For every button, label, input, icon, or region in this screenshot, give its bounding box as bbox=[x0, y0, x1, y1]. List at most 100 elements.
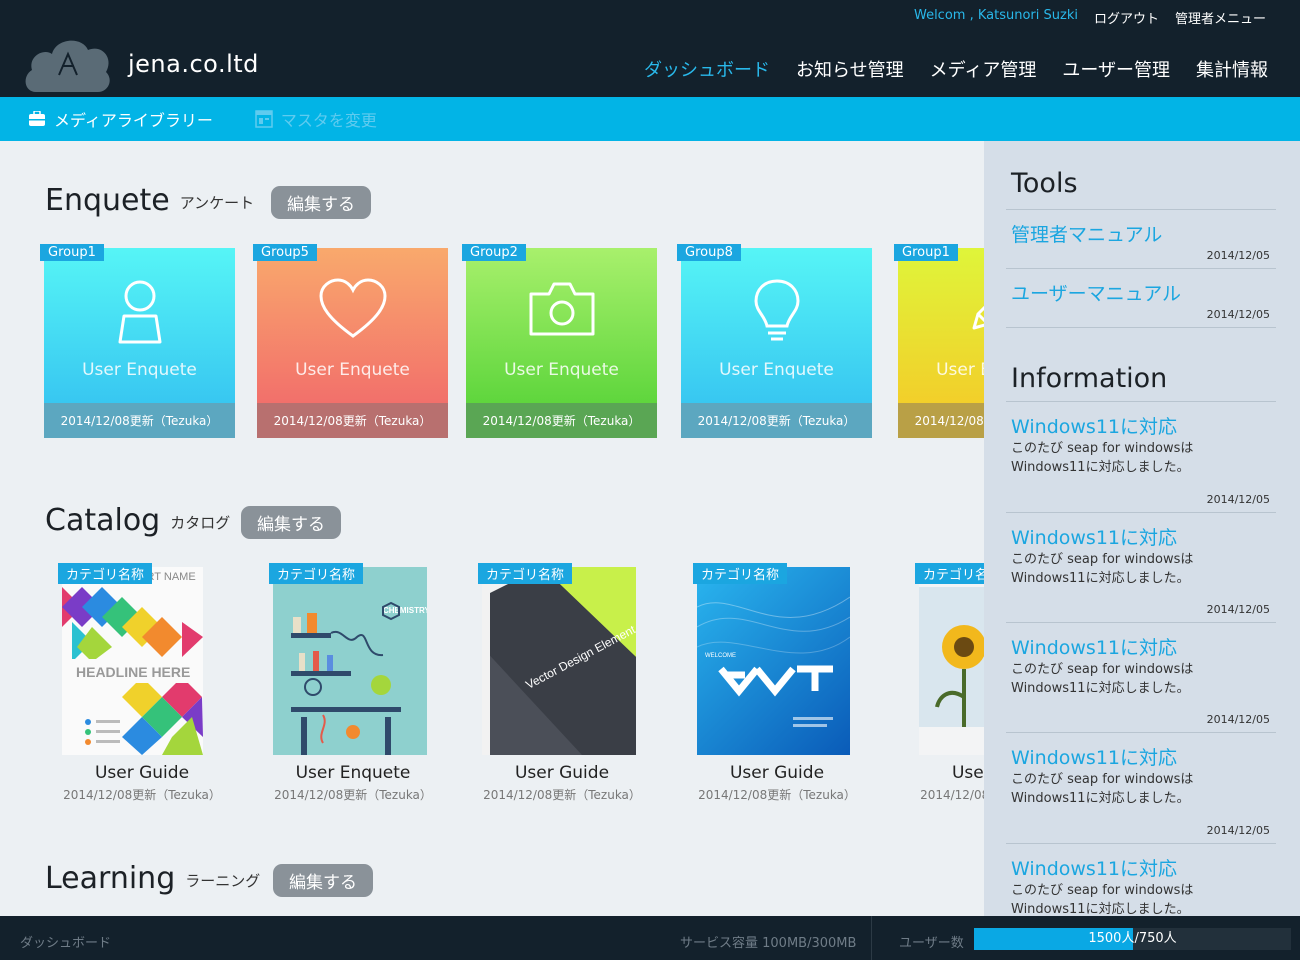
nav-dashboard[interactable]: ダッシュボード bbox=[644, 56, 770, 82]
card-face: User Enquete bbox=[898, 248, 984, 403]
enquete-card[interactable]: User Enquete 2014/12/08更新（Tezuka） Group1 bbox=[40, 244, 235, 438]
user-manual-link[interactable]: ユーザーマニュアル bbox=[1011, 279, 1181, 306]
info-line: Windows11に対応しました。 bbox=[1011, 681, 1190, 696]
media-library-link[interactable]: メディアライブラリー bbox=[28, 107, 213, 131]
divider bbox=[1006, 401, 1276, 402]
group-badge: Group5 bbox=[253, 244, 317, 261]
card-date: 2014/12/08更新（Tezuka） bbox=[257, 403, 448, 438]
info-date: 2014/12/05 bbox=[1206, 493, 1270, 506]
cover-chemistry: CHEMISTRY bbox=[383, 606, 427, 615]
heart-icon bbox=[318, 278, 387, 338]
group-badge: Group1 bbox=[40, 244, 104, 261]
welcome-text: Welcom , Katsunori Suzki bbox=[913, 8, 1078, 23]
user-bar: Welcom , Katsunori Suzki ログアウト 管理者メニュー bbox=[914, 8, 1266, 27]
info-line: このたび seap for windowsは bbox=[1011, 772, 1194, 787]
info-title-link[interactable]: Windows11に対応 bbox=[1011, 523, 1177, 550]
info-body: このたび seap for windowsは Windows11に対応しました。 bbox=[1011, 439, 1193, 477]
divider bbox=[1006, 512, 1276, 513]
catalog-title: User Guide bbox=[514, 763, 610, 783]
catalog-title: User Guide bbox=[94, 763, 190, 783]
nav-users[interactable]: ユーザー管理 bbox=[1062, 56, 1170, 82]
info-line: このたび seap for windowsは bbox=[1011, 662, 1194, 677]
nav-media[interactable]: メディア管理 bbox=[930, 56, 1037, 82]
card-label: User Enquete bbox=[936, 360, 984, 380]
divider bbox=[1006, 327, 1276, 328]
card-date: 2014/12/08更新（Tezuka） bbox=[681, 403, 872, 438]
pencil-icon bbox=[972, 305, 984, 330]
nav-notices[interactable]: お知らせ管理 bbox=[796, 56, 904, 82]
divider bbox=[1006, 843, 1276, 844]
divider bbox=[1006, 622, 1276, 623]
catalog-edit-button[interactable]: 編集する bbox=[241, 506, 341, 539]
card-label: User Enquete bbox=[295, 360, 410, 380]
category-badge: カテゴリ名称 bbox=[693, 563, 788, 584]
cover-art: HEADLINE HERE ORT NAME bbox=[62, 567, 203, 755]
info-title-link[interactable]: Windows11に対応 bbox=[1011, 412, 1177, 439]
divider bbox=[871, 916, 872, 960]
media-library-label: メディアライブラリー bbox=[54, 111, 213, 130]
main-content: Enquete アンケート 編集する User Enquete 2014/12/… bbox=[0, 141, 984, 916]
info-title-link[interactable]: Windows11に対応 bbox=[1011, 854, 1177, 881]
status-footer: ダッシュボード サービス容量 100MB/300MB ユーザー数 1500人/7… bbox=[0, 916, 1300, 960]
group-badge: Group2 bbox=[462, 244, 526, 261]
brand-name[interactable]: jena.co.ltd bbox=[128, 50, 259, 78]
divider bbox=[1006, 209, 1276, 210]
info-line: このたび seap for windowsは bbox=[1011, 441, 1194, 456]
card-face: User Enquete bbox=[257, 248, 448, 403]
enquete-card[interactable]: User Enquete 2014/12/08更新（Tezuka） Group5 bbox=[253, 244, 448, 438]
service-capacity: サービス容量 100MB/300MB bbox=[680, 936, 857, 951]
group-badge: Group8 bbox=[677, 244, 741, 261]
catalog-title: Catalog bbox=[45, 503, 161, 538]
card-face: User Enquete bbox=[681, 248, 872, 403]
enquete-heading: Enquete アンケート bbox=[45, 186, 254, 216]
information-title: Information bbox=[1011, 363, 1168, 394]
catalog-title: User Guide bbox=[729, 763, 825, 783]
cloud-logo-icon[interactable] bbox=[22, 32, 114, 96]
cover-art bbox=[919, 567, 984, 755]
layout-icon bbox=[255, 110, 273, 128]
catalog-cover bbox=[919, 567, 984, 755]
enquete-card[interactable]: User Enquete 2014/12/08更新（Tezuka） Group2 bbox=[462, 244, 657, 438]
catalog-cover: CHEMISTRY bbox=[273, 567, 427, 755]
admin-manual-link[interactable]: 管理者マニュアル bbox=[1011, 220, 1162, 247]
learning-edit-button[interactable]: 編集する bbox=[273, 864, 373, 897]
category-badge: カテゴリ名称 bbox=[269, 563, 364, 584]
main-nav: ダッシュボード お知らせ管理 メディア管理 ユーザー管理 集計情報 bbox=[644, 56, 1268, 82]
info-date: 2014/12/05 bbox=[1206, 603, 1270, 616]
cover-welcome: WELCOME bbox=[705, 653, 736, 659]
catalog-date: 2014/12/08更新（Tezuka） bbox=[698, 788, 856, 802]
card-date: 2014/12/08更新（Tezuka） bbox=[44, 403, 235, 438]
learning-heading: Learning ラーニング bbox=[45, 864, 260, 894]
catalog-title: User Enquete bbox=[295, 763, 411, 783]
admin-menu-link[interactable]: 管理者メニュー bbox=[1175, 8, 1266, 27]
info-date: 2014/12/05 bbox=[1206, 713, 1270, 726]
info-line: Windows11に対応しました。 bbox=[1011, 571, 1190, 586]
nav-stats[interactable]: 集計情報 bbox=[1196, 56, 1268, 82]
card-label: User Enquete bbox=[82, 360, 197, 380]
catalog-cover: Vector Design Element bbox=[482, 567, 636, 755]
logout-link[interactable]: ログアウト bbox=[1094, 8, 1159, 27]
card-face: User Enquete bbox=[44, 248, 235, 403]
info-line: このたび seap for windowsは bbox=[1011, 883, 1194, 898]
cover-headline: HEADLINE HERE bbox=[76, 664, 190, 680]
catalog-cover: HEADLINE HERE ORT NAME bbox=[62, 567, 203, 755]
footer-dashboard[interactable]: ダッシュボード bbox=[20, 932, 111, 951]
user-count-value: 1500人/750人 bbox=[1088, 931, 1177, 946]
catalog-date: 2014/12/08更新（Tezuka） bbox=[274, 788, 432, 802]
info-title-link[interactable]: Windows11に対応 bbox=[1011, 743, 1177, 770]
card-label: User Enquete bbox=[719, 360, 834, 380]
change-master-link[interactable]: マスタを変更 bbox=[255, 107, 377, 131]
info-line: Windows11に対応しました。 bbox=[1011, 460, 1190, 475]
info-title-link[interactable]: Windows11に対応 bbox=[1011, 633, 1177, 660]
divider bbox=[1006, 268, 1276, 269]
enquete-subtitle: アンケート bbox=[179, 194, 255, 212]
card-label: User Enquete bbox=[504, 360, 619, 380]
info-line: Windows11に対応しました。 bbox=[1011, 902, 1190, 916]
user-count-label: ユーザー数 bbox=[899, 936, 964, 951]
enquete-card[interactable]: User Enquete 2014/12/08更新（Tezuka） Group8 bbox=[677, 244, 872, 438]
enquete-edit-button[interactable]: 編集する bbox=[271, 186, 371, 219]
tools-title: Tools bbox=[1011, 168, 1078, 199]
enquete-card[interactable]: User Enquete 2014/12/08更新（Tezuka） Group1 bbox=[894, 244, 984, 438]
learning-title: Learning bbox=[45, 861, 176, 896]
category-badge: カテゴリ名称 bbox=[915, 563, 984, 584]
